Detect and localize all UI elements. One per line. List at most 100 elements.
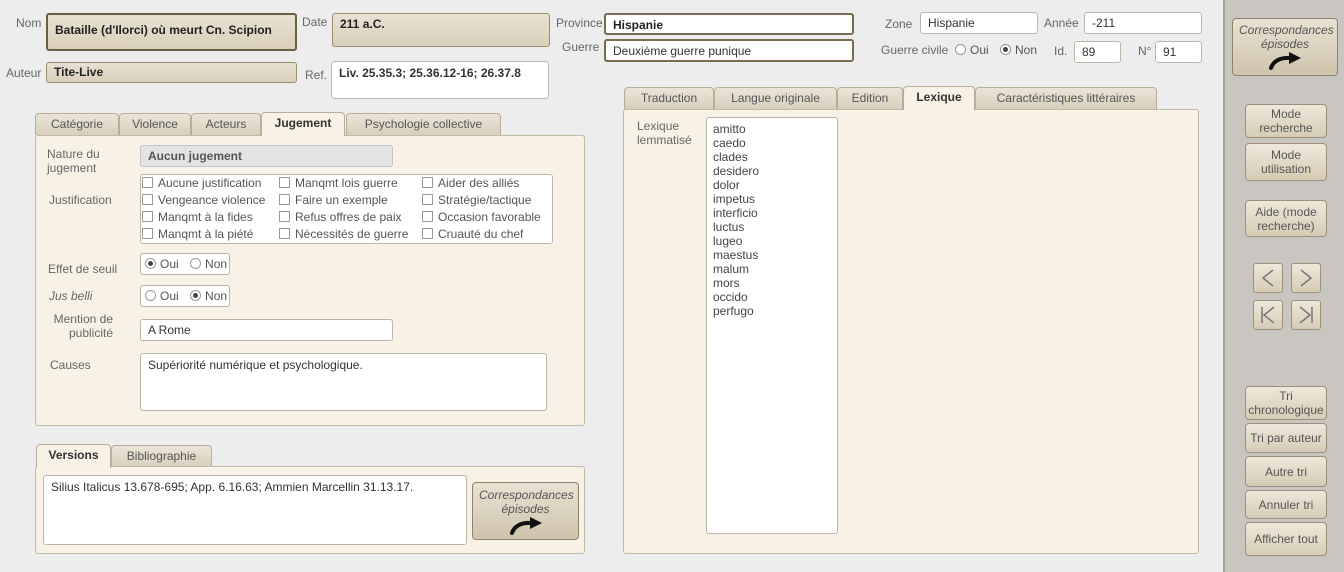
radio-selected-icon (1000, 44, 1011, 55)
lexique-word[interactable]: lugeo (713, 234, 831, 248)
checkbox-icon (422, 177, 433, 188)
nom-field[interactable]: Bataille (d'Ilorci) où meurt Cn. Scipion (46, 13, 297, 51)
justification-checkbox[interactable]: Aucune justification (142, 176, 261, 190)
next-button[interactable] (1291, 263, 1321, 293)
guerre-civile-oui-radio[interactable]: Oui (955, 43, 989, 57)
lexique-word[interactable]: caedo (713, 136, 831, 150)
sidebar-correspondances-episodes-button[interactable]: Correspondances épisodes (1232, 18, 1338, 76)
checkbox-icon (279, 228, 290, 239)
auteur-field[interactable]: Tite-Live (46, 62, 297, 83)
publicite-field[interactable]: A Rome (140, 319, 393, 341)
lexique-word[interactable]: mors (713, 276, 831, 290)
justification-checkbox[interactable]: Stratégie/tactique (422, 193, 531, 207)
province-field[interactable]: Hispanie (604, 13, 854, 35)
justification-label: Justification (49, 193, 112, 207)
lexique-word[interactable]: impetus (713, 192, 831, 206)
nature-field[interactable]: Aucun jugement (140, 145, 393, 167)
correspondances-episodes-button[interactable]: Correspondances épisodes (472, 482, 579, 540)
sidebar-correspondances-label: Correspondances épisodes (1239, 23, 1334, 51)
lexique-word[interactable]: malum (713, 262, 831, 276)
justification-checkbox[interactable]: Manqmt à la fides (142, 210, 253, 224)
lexique-word[interactable]: dolor (713, 178, 831, 192)
versions-field[interactable]: Silius Italicus 13.678-695; App. 6.16.63… (43, 475, 467, 545)
justification-checkbox[interactable]: Manqmt lois guerre (279, 176, 398, 190)
annee-label: Année (1044, 16, 1079, 30)
checkbox-label: Manqmt à la fides (158, 210, 253, 224)
lexique-word[interactable]: perfugo (713, 304, 831, 318)
tri-par-auteur-button[interactable]: Tri par auteur (1245, 423, 1327, 453)
effet-seuil-oui-label: Oui (160, 257, 179, 271)
guerre-civile-non-label: Non (1015, 43, 1038, 57)
zone-label: Zone (885, 17, 913, 31)
lexique-list[interactable]: amitto caedo clades desidero dolor impetus int… (706, 117, 838, 534)
previous-button[interactable] (1253, 263, 1283, 293)
nom-label: Nom (16, 16, 42, 30)
lexique-word[interactable]: interficio (713, 206, 831, 220)
checkbox-label: Faire un exemple (295, 193, 388, 207)
mode-recherche-button[interactable]: Mode recherche (1245, 104, 1327, 138)
mode-utilisation-button[interactable]: Mode utilisation (1245, 143, 1327, 181)
guerre-field[interactable]: Deuxième guerre punique (604, 39, 854, 62)
tab-jugement[interactable]: Jugement (261, 112, 345, 136)
effet-seuil-non-radio[interactable]: Non (190, 257, 227, 271)
jus-belli-non-radio[interactable]: Non (190, 289, 227, 303)
causes-field[interactable]: Supériorité numérique et psychologique. (140, 353, 547, 411)
checkbox-label: Cruauté du chef (438, 227, 524, 241)
tab-versions[interactable]: Versions (36, 444, 111, 468)
justification-checkbox[interactable]: Cruauté du chef (422, 227, 523, 241)
aide-mode-recherche-button[interactable]: Aide (mode recherche) (1245, 200, 1327, 237)
lexique-word[interactable]: occido (713, 290, 831, 304)
justification-checkbox[interactable]: Nécessités de guerre (279, 227, 408, 241)
checkbox-icon (142, 177, 153, 188)
tab-psychologie-collective[interactable]: Psychologie collective (346, 113, 501, 135)
first-record-icon (1261, 306, 1275, 324)
curved-arrow-icon (509, 517, 542, 535)
tab-categorie[interactable]: Catégorie (35, 113, 119, 135)
tab-lexique[interactable]: Lexique (903, 86, 975, 110)
radio-icon (190, 258, 202, 269)
id-field[interactable]: 89 (1074, 41, 1121, 63)
tab-bibliographie[interactable]: Bibliographie (111, 445, 212, 467)
lexique-word[interactable]: maestus (713, 248, 831, 262)
lexique-word[interactable]: clades (713, 150, 831, 164)
justification-checkbox[interactable]: Refus offres de paix (279, 210, 402, 224)
zone-field[interactable]: Hispanie (920, 12, 1038, 34)
radio-icon (145, 290, 156, 301)
lexique-word[interactable]: amitto (713, 122, 831, 136)
jus-belli-oui-radio[interactable]: Oui (145, 289, 179, 303)
checkbox-icon (142, 194, 153, 205)
justification-checkbox[interactable]: Manqmt à la piété (142, 227, 253, 241)
lexique-word[interactable]: desidero (713, 164, 831, 178)
id-label: Id. (1054, 44, 1068, 58)
annee-field[interactable]: -211 (1084, 12, 1202, 34)
tab-acteurs[interactable]: Acteurs (191, 113, 261, 135)
annuler-tri-button[interactable]: Annuler tri (1245, 490, 1327, 519)
correspondances-label: Correspondances épisodes (479, 488, 574, 516)
checkbox-label: Aider des alliés (438, 176, 520, 190)
first-button[interactable] (1253, 300, 1283, 330)
causes-label: Causes (50, 358, 91, 372)
afficher-tout-button[interactable]: Afficher tout (1245, 522, 1327, 556)
autre-tri-button[interactable]: Autre tri (1245, 456, 1327, 487)
tri-chronologique-button[interactable]: Tri chronologique (1245, 386, 1327, 420)
tab-violence[interactable]: Violence (119, 113, 191, 135)
guerre-civile-non-radio[interactable]: Non (1000, 43, 1037, 57)
justification-checkbox[interactable]: Aider des alliés (422, 176, 519, 190)
jus-belli-non-label: Non (205, 289, 228, 303)
effet-seuil-oui-radio[interactable]: Oui (145, 257, 179, 271)
lexique-label: Lexique lemmatisé (637, 119, 692, 147)
justification-checkbox[interactable]: Vengeance violence (142, 193, 265, 207)
lexique-word[interactable]: luctus (713, 220, 831, 234)
tab-traduction[interactable]: Traduction (624, 87, 714, 109)
chevron-right-icon (1300, 269, 1313, 287)
num-field[interactable]: 91 (1155, 41, 1202, 63)
tab-caracteristiques-litteraires[interactable]: Caractéristiques littéraires (975, 87, 1157, 109)
nature-label: Nature du jugement (47, 147, 100, 175)
last-button[interactable] (1291, 300, 1321, 330)
justification-checkbox[interactable]: Occasion favorable (422, 210, 541, 224)
tab-edition[interactable]: Edition (837, 87, 903, 109)
ref-field[interactable]: Liv. 25.35.3; 25.36.12-16; 26.37.8 (331, 61, 549, 99)
justification-checkbox[interactable]: Faire un exemple (279, 193, 388, 207)
date-field[interactable]: 211 a.C. (332, 13, 550, 47)
tab-langue-originale[interactable]: Langue originale (714, 87, 837, 109)
